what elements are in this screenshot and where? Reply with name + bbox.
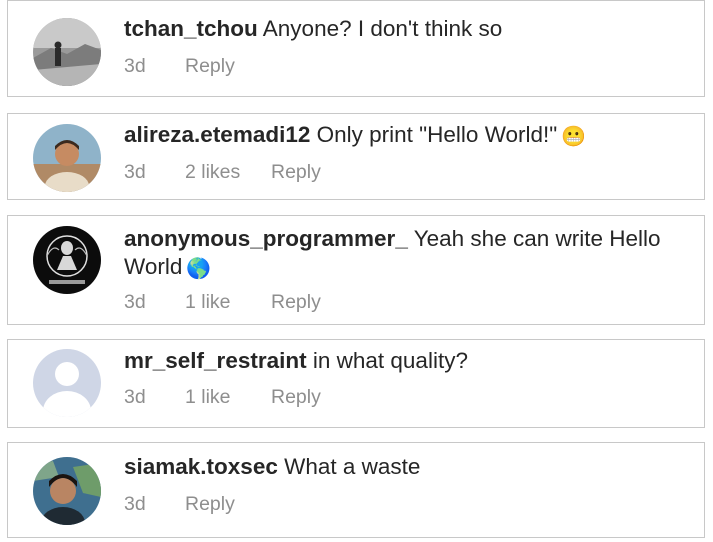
avatar[interactable]	[33, 18, 101, 86]
reply-button[interactable]: Reply	[271, 161, 321, 184]
avatar-photo-icon	[33, 124, 101, 192]
comment-time: 3d	[124, 291, 146, 313]
avatar[interactable]	[33, 457, 101, 525]
comment-username[interactable]: tchan_tchou	[124, 16, 258, 41]
comment-card: mr_self_restraint in what quality? 3d 1 l…	[7, 339, 705, 428]
avatar-photo-icon	[33, 18, 101, 86]
comment-body: Anyone? I don't think so	[262, 16, 503, 41]
default-user-avatar-icon	[33, 349, 101, 417]
avatar[interactable]	[33, 349, 101, 417]
comment-card: siamak.toxsec What a waste 3d Reply	[7, 442, 705, 538]
comment-card: tchan_tchou Anyone? I don't think so 3d R…	[7, 0, 705, 97]
comment-meta: 3d 1 like Reply	[124, 291, 321, 314]
comment-text: anonymous_programmer_ Yeah she can write…	[124, 225, 694, 283]
comment-text: siamak.toxsec What a waste	[124, 453, 694, 481]
anonymous-logo-avatar-icon	[33, 226, 101, 294]
reply-button[interactable]: Reply	[185, 493, 235, 516]
comment-meta: 3d Reply	[124, 493, 235, 516]
grimacing-face-emoji-icon: 😬	[561, 126, 587, 148]
comment-time: 3d	[124, 386, 146, 408]
comment-text: alireza.etemadi12 Only print "Hello Worl…	[124, 121, 694, 151]
comment-text: tchan_tchou Anyone? I don't think so	[124, 15, 694, 43]
reply-button[interactable]: Reply	[271, 291, 321, 314]
comment-time: 3d	[124, 493, 146, 515]
comment-card: alireza.etemadi12 Only print "Hello Worl…	[7, 113, 705, 200]
comment-body: in what quality?	[312, 348, 468, 373]
reply-button[interactable]: Reply	[185, 55, 235, 78]
reply-button[interactable]: Reply	[271, 386, 321, 409]
avatar[interactable]	[33, 124, 101, 192]
comment-time: 3d	[124, 161, 146, 183]
likes-count[interactable]: 1 like	[185, 291, 271, 314]
comment-meta: 3d Reply	[124, 55, 235, 78]
comment-text: mr_self_restraint in what quality?	[124, 347, 694, 375]
avatar-photo-icon	[33, 457, 101, 525]
comment-meta: 3d 1 like Reply	[124, 386, 321, 409]
comment-card: anonymous_programmer_ Yeah she can write…	[7, 215, 705, 325]
comment-meta: 3d 2 likes Reply	[124, 161, 321, 184]
likes-count[interactable]: 2 likes	[185, 161, 271, 184]
comment-username[interactable]: mr_self_restraint	[124, 348, 307, 373]
comment-body: What a waste	[284, 454, 421, 479]
avatar[interactable]	[33, 226, 101, 294]
globe-emoji-icon: 🌎	[186, 258, 212, 280]
comment-username[interactable]: alireza.etemadi12	[124, 122, 310, 147]
comment-time: 3d	[124, 55, 146, 77]
likes-count[interactable]: 1 like	[185, 386, 271, 409]
comment-body: Only print "Hello World!"	[316, 122, 558, 147]
comment-username[interactable]: anonymous_programmer_	[124, 226, 408, 251]
comment-username[interactable]: siamak.toxsec	[124, 454, 278, 479]
